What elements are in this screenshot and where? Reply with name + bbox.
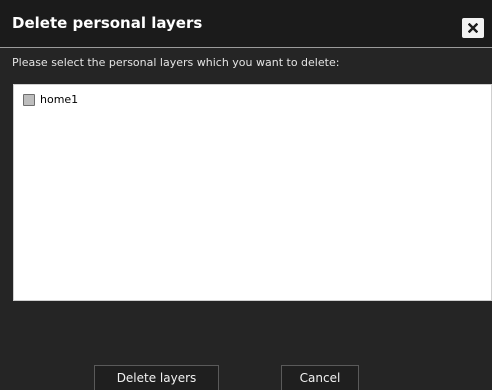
- dialog-title: Delete personal layers: [12, 14, 203, 32]
- close-icon: [468, 23, 478, 33]
- layer-checkbox[interactable]: [23, 94, 35, 106]
- delete-layers-button[interactable]: Delete layers: [94, 365, 219, 390]
- instruction-text: Please select the personal layers which …: [12, 56, 340, 69]
- personal-layers-list: home1: [13, 84, 492, 301]
- layer-label: home1: [40, 93, 79, 106]
- close-button[interactable]: [462, 18, 484, 38]
- list-item[interactable]: home1: [23, 93, 78, 107]
- cancel-button[interactable]: Cancel: [281, 365, 359, 390]
- delete-personal-layers-dialog: Delete personal layers Please select the…: [0, 0, 492, 390]
- dialog-titlebar: Delete personal layers: [0, 0, 492, 48]
